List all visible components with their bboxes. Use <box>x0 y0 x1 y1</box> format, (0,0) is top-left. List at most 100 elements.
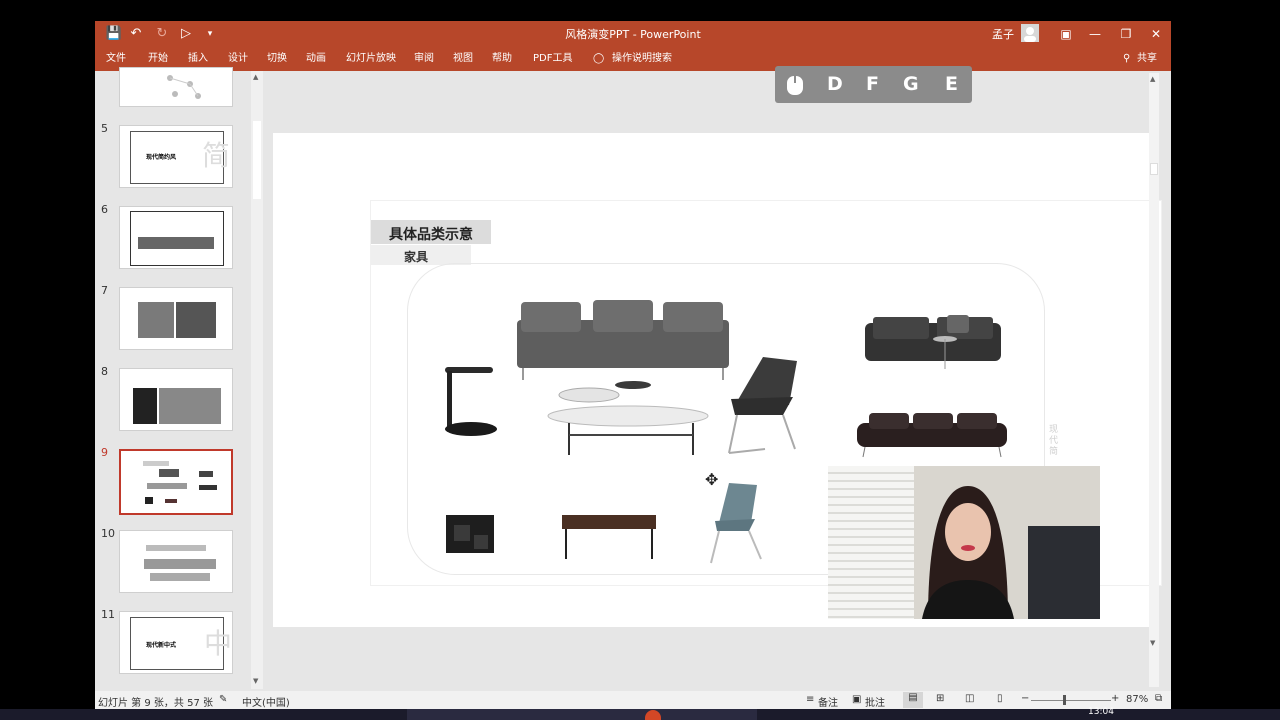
grey-sofa-image <box>517 300 729 380</box>
thumbnail-photo <box>133 388 157 424</box>
slide-subheading[interactable]: 家具 <box>404 248 428 265</box>
slide-number: 10 <box>101 527 115 540</box>
fit-slide-icon[interactable]: ⧉ <box>1155 693 1162 704</box>
thumbnail-item <box>159 469 179 477</box>
scroll-down-icon[interactable]: ▼ <box>1150 639 1155 647</box>
leather-chair-image <box>728 357 797 454</box>
thumbnail-item <box>144 559 216 569</box>
minimize-icon[interactable]: — <box>1082 24 1108 44</box>
key-label: G <box>903 73 919 95</box>
thumbnail-heading <box>143 461 169 466</box>
move-cursor-icon: ✥ <box>705 470 719 489</box>
wood-coffee-table-image <box>562 515 656 559</box>
zoom-in-icon[interactable]: + <box>1111 693 1119 704</box>
scroll-up-icon[interactable]: ▲ <box>253 73 258 81</box>
windows-taskbar: 13:04 <box>0 707 1280 720</box>
scrollbar-thumb[interactable] <box>1150 163 1158 175</box>
cube-side-table-image <box>446 515 494 553</box>
slide-thumbnail-9[interactable] <box>119 449 233 515</box>
user-name[interactable]: 孟子 <box>992 26 1014 42</box>
thumbnail-diagram <box>167 75 201 99</box>
thumbnail-item <box>199 471 213 477</box>
zoom-out-icon[interactable]: − <box>1021 693 1029 704</box>
scrollbar-thumb[interactable] <box>253 121 261 199</box>
reading-view-icon[interactable]: ◫ <box>965 693 974 704</box>
thumbnail-watermark: 简 <box>202 139 231 172</box>
key-label: F <box>866 73 879 95</box>
thumbnail-scrollbar[interactable]: ▲ ▼ <box>251 71 263 689</box>
tab-animations[interactable]: 动画 <box>304 51 328 67</box>
slide-thumbnail-11[interactable]: 现代新中式 中 <box>119 611 233 674</box>
slide-number: 7 <box>101 284 108 297</box>
notes-icon[interactable]: ≡ <box>806 694 814 705</box>
dark-sofa-image <box>857 413 1007 458</box>
slide-thumbnail-4[interactable] <box>119 67 233 107</box>
tab-insert[interactable]: 插入 <box>186 51 210 67</box>
zoom-slider-track[interactable] <box>1031 700 1111 701</box>
thumbnail-item <box>150 573 210 581</box>
coffee-tables-image <box>547 381 709 455</box>
comments-button[interactable]: 批注 <box>865 694 885 709</box>
tab-view[interactable]: 视图 <box>451 51 475 67</box>
tab-file[interactable]: 文件 <box>104 51 128 67</box>
thumbnail-title: 现代简约风 <box>146 154 177 161</box>
zoom-level[interactable]: 87% <box>1126 694 1148 705</box>
normal-view-icon[interactable]: ▤ <box>903 692 923 708</box>
slide-thumbnail-6[interactable] <box>119 206 233 269</box>
tab-review[interactable]: 审阅 <box>412 51 436 67</box>
blue-chair-image <box>710 483 762 564</box>
thumbnail-title: 现代新中式 <box>146 642 177 649</box>
language-indicator[interactable]: 中文(中国) <box>242 694 290 709</box>
share-button[interactable]: 共享 <box>1135 51 1159 67</box>
key-label: D <box>827 73 843 95</box>
slide-number: 5 <box>101 122 108 135</box>
editor-scrollbar[interactable]: ▲ ▼ <box>1149 73 1159 687</box>
status-bar: 幻灯片 第 9 张，共 57 张 ✎ 中文(中国) ≡ 备注 ▣ 批注 ▤ ⊞ … <box>95 691 1171 709</box>
slide-heading[interactable]: 具体品类示意 <box>389 224 473 244</box>
slide-sorter-icon[interactable]: ⊞ <box>936 693 944 704</box>
presenter-video <box>922 486 1014 619</box>
ribbon-display-options-icon[interactable]: ▣ <box>1053 24 1079 44</box>
zoom-slider-handle[interactable] <box>1063 695 1066 705</box>
thumbnail-photo <box>138 302 174 338</box>
taskbar-apps[interactable] <box>407 709 757 720</box>
tab-help[interactable]: 帮助 <box>490 51 514 67</box>
avatar[interactable] <box>1021 24 1039 42</box>
slide-number: 9 <box>101 446 108 459</box>
slide-number: 8 <box>101 365 108 378</box>
slide-thumbnail-8[interactable] <box>119 368 233 431</box>
tab-pdf-tools[interactable]: PDF工具 <box>531 51 574 67</box>
scroll-up-icon[interactable]: ▲ <box>1150 75 1155 83</box>
ribbon-tabs: 文件 开始 插入 设计 切换 动画 幻灯片放映 审阅 视图 帮助 PDF工具 ◯… <box>95 47 1171 71</box>
lightbulb-icon: ◯ <box>593 53 605 64</box>
powerpoint-taskbar-icon[interactable] <box>645 710 661 720</box>
slide-counter: 幻灯片 第 9 张，共 57 张 <box>98 698 213 709</box>
background-chair <box>1028 526 1100 619</box>
slide-thumbnail-10[interactable] <box>119 530 233 593</box>
slideshow-icon[interactable]: ▯ <box>997 693 1003 704</box>
title-bar: 💾 ↶ ↻ ▷ ▾ 风格演变PPT - PowerPoint 孟子 ▣ — ❐ … <box>95 21 1171 47</box>
tab-home[interactable]: 开始 <box>146 51 170 67</box>
thumbnail-item <box>146 545 206 551</box>
thumbnail-images <box>138 237 214 249</box>
clock: 13:04 <box>1088 707 1114 717</box>
slide-number: 6 <box>101 203 108 216</box>
mouse-icon <box>787 76 803 95</box>
share-icon[interactable]: ⚲ <box>1121 51 1132 67</box>
restore-icon[interactable]: ❐ <box>1113 24 1139 44</box>
spellcheck-icon[interactable]: ✎ <box>219 694 227 705</box>
thumbnail-item <box>199 485 217 490</box>
scroll-down-icon[interactable]: ▼ <box>253 677 258 685</box>
keystroke-overlay: D F G E <box>775 66 972 103</box>
slide-thumbnail-5[interactable]: 现代简约风 简 <box>119 125 233 188</box>
tab-transitions[interactable]: 切换 <box>265 51 289 67</box>
tell-me-search[interactable]: 操作说明搜索 <box>610 51 674 67</box>
slide-thumbnail-7[interactable] <box>119 287 233 350</box>
close-icon[interactable]: ✕ <box>1143 24 1169 44</box>
slide-thumbnail-panel: 5 现代简约风 简 6 7 8 9 10 11 现代新中式 中 <box>95 67 263 691</box>
tab-slideshow[interactable]: 幻灯片放映 <box>344 51 398 67</box>
comments-icon[interactable]: ▣ <box>852 694 861 705</box>
tab-design[interactable]: 设计 <box>226 51 250 67</box>
user-icon <box>1024 27 1036 42</box>
notes-button[interactable]: 备注 <box>818 694 838 709</box>
